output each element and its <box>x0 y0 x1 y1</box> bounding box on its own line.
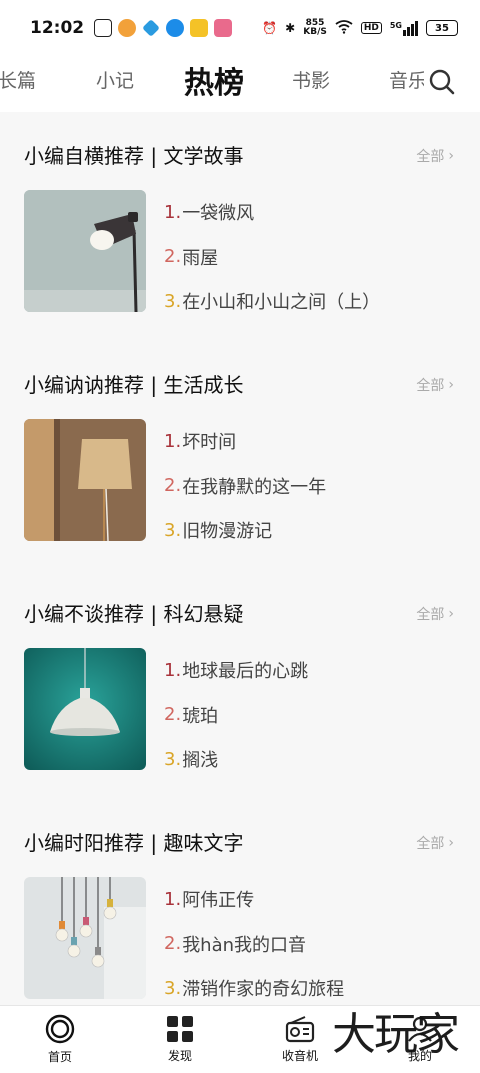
weibo-icon <box>118 19 137 37</box>
section-title: 小编讷讷推荐 | 生活成长 <box>24 373 244 397</box>
status-time: 12:02 <box>30 18 85 38</box>
nav-home-label: 首页 <box>47 1050 72 1064</box>
rank-list: 1. 地球最后的心跳 2. 琥珀 3. 搁浅 <box>164 648 454 782</box>
nav-profile-label: 我的 <box>407 1049 432 1063</box>
tab-long-form[interactable]: 长篇 <box>0 66 36 93</box>
telegram-icon <box>142 19 161 37</box>
nav-radio-label: 收音机 <box>281 1049 318 1063</box>
section-title: 小编自横推荐 | 文学故事 <box>24 144 244 168</box>
rank-list: 1. 阿伟正传 2. 我hàn我的口音 3. 滞销作家的奇幻旅程 <box>164 877 454 1005</box>
recommendation-section: 小编时阳推荐 | 趣味文字 全部 › 1. 阿伟正传 2. 我hàn我的口音 3… <box>0 799 480 1005</box>
chevron-right-icon: › <box>448 148 454 164</box>
music-app-icon <box>94 19 113 37</box>
section-cover-image[interactable] <box>24 877 146 999</box>
nav-discover[interactable]: 发现 <box>120 1006 240 1073</box>
see-all-link[interactable]: 全部 › <box>416 604 454 624</box>
browser-icon <box>166 19 185 37</box>
tab-notes[interactable]: 小记 <box>96 66 134 93</box>
radio-icon <box>285 1016 315 1043</box>
rank-item[interactable]: 3. 旧物漫游记 <box>164 508 454 553</box>
nav-discover-label: 发现 <box>167 1049 192 1063</box>
hd-badge: HD <box>360 22 382 34</box>
rank-list: 1. 坏时间 2. 在我静默的这一年 3. 旧物漫游记 <box>164 419 454 553</box>
rank-item[interactable]: 3. 在小山和小山之间（上） <box>164 279 454 324</box>
rank-item[interactable]: 2. 雨屋 <box>164 235 454 280</box>
section-title: 小编不谈推荐 | 科幻悬疑 <box>24 602 244 626</box>
rank-item[interactable]: 1. 阿伟正传 <box>164 877 454 922</box>
home-ring-icon <box>45 1014 75 1044</box>
search-button[interactable] <box>424 64 460 100</box>
section-cover-image[interactable] <box>24 419 146 541</box>
pink-app-icon <box>214 19 233 37</box>
chevron-right-icon: › <box>448 606 454 622</box>
grid-icon <box>167 1016 193 1042</box>
rank-item[interactable]: 3. 搁浅 <box>164 737 454 782</box>
rank-item[interactable]: 3. 滞销作家的奇幻旅程 <box>164 966 454 1005</box>
battery-indicator: 35 <box>426 20 458 36</box>
notification-icons <box>94 19 233 37</box>
status-bar: 12:02 ⏰ ✱ 855 KB/S HD 5G 35 <box>0 0 480 56</box>
chevron-right-icon: › <box>448 835 454 851</box>
recommendation-section: 小编不谈推荐 | 科幻悬疑 全部 › 1. 地球最后的心跳 2. 琥珀 3. 搁浅 <box>0 570 480 799</box>
network-speed: 855 KB/S <box>303 18 327 37</box>
wood-lamp-illustration <box>24 419 146 541</box>
recommendation-section: 小编自横推荐 | 文学故事 全部 › 1. 一袋微风 2. 雨屋 3. 在小山和小山之间… <box>0 112 480 341</box>
category-tabs: 长篇 小记 热榜 书影 音乐 <box>0 56 480 112</box>
rank-item[interactable]: 1. 坏时间 <box>164 419 454 464</box>
rank-item[interactable]: 2. 在我静默的这一年 <box>164 464 454 509</box>
tab-books-films[interactable]: 书影 <box>292 66 330 93</box>
bluetooth-icon: ✱ <box>285 21 296 35</box>
rank-item[interactable]: 1. 地球最后的心跳 <box>164 648 454 693</box>
chevron-right-icon: › <box>448 377 454 393</box>
see-all-link[interactable]: 全部 › <box>416 375 454 395</box>
alarm-icon: ⏰ <box>262 21 278 35</box>
section-cover-image[interactable] <box>24 190 146 312</box>
section-title: 小编时阳推荐 | 趣味文字 <box>24 831 244 855</box>
signal-icon: 5G <box>390 20 418 36</box>
pendant-lamp-illustration <box>24 648 146 770</box>
rank-item[interactable]: 2. 我hàn我的口音 <box>164 922 454 967</box>
see-all-link[interactable]: 全部 › <box>416 146 454 166</box>
nav-home[interactable]: 首页 <box>0 1006 120 1073</box>
rank-list: 1. 一袋微风 2. 雨屋 3. 在小山和小山之间（上） <box>164 190 454 324</box>
status-right: ⏰ ✱ 855 KB/S HD 5G 35 <box>262 19 458 37</box>
bottom-navigation: 首页 发现 收音机 我的 <box>0 1005 480 1073</box>
rank-item[interactable]: 1. 一袋微风 <box>164 190 454 235</box>
app-a-icon <box>190 19 209 37</box>
hot-list-content: 小编自横推荐 | 文学故事 全部 › 1. 一袋微风 2. 雨屋 3. 在小山和小山之间… <box>0 112 480 1005</box>
search-icon <box>429 69 455 95</box>
profile-icon <box>408 1016 432 1042</box>
see-all-link[interactable]: 全部 › <box>416 833 454 853</box>
recommendation-section: 小编讷讷推荐 | 生活成长 全部 › 1. 坏时间 2. 在我静默的这一年 3. 旧物漫… <box>0 341 480 570</box>
nav-profile[interactable]: 我的 <box>360 1006 480 1073</box>
desk-lamp-illustration <box>24 190 146 312</box>
tab-music[interactable]: 音乐 <box>389 66 427 93</box>
rank-item[interactable]: 2. 琥珀 <box>164 693 454 738</box>
section-cover-image[interactable] <box>24 648 146 770</box>
nav-radio[interactable]: 收音机 <box>240 1006 360 1073</box>
wifi-icon <box>335 19 353 37</box>
tab-hot-list[interactable]: 热榜 <box>184 58 244 102</box>
hanging-bulbs-illustration <box>24 877 146 999</box>
